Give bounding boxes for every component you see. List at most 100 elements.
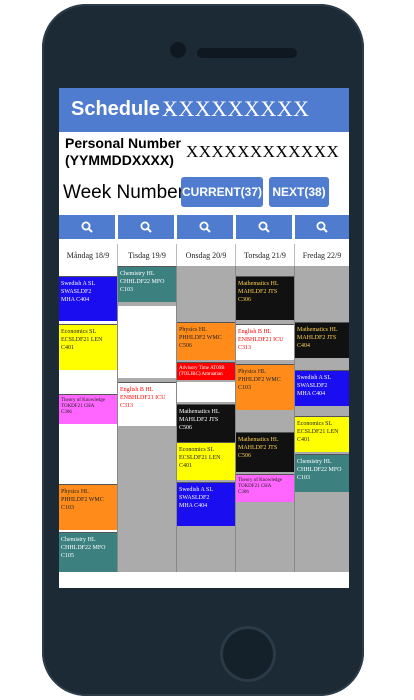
lesson-block[interactable]: Mathematics HL MAHLDF2 JTS C506 xyxy=(236,432,294,472)
lesson-subject: Mathematics HL xyxy=(238,281,279,287)
search-thursday-button[interactable] xyxy=(236,215,292,239)
week-number-row: Week Number CURRENT(37) NEXT(38) xyxy=(59,174,349,210)
lesson-room: C103 xyxy=(61,505,75,511)
day-column-tuesday: Chemistry HL CHHLDF22 MFO C103 English B… xyxy=(118,266,177,572)
day-column-wednesday: Physics HL PHHLDF2 WMC C506 Advisory Tim… xyxy=(177,266,236,572)
home-button[interactable] xyxy=(220,626,276,682)
personal-number-label: Personal Number (YYMMDDXXXX) xyxy=(65,135,181,168)
lesson-group: PHHLDF2 WMC xyxy=(61,497,104,503)
lesson-subject: Economics SL xyxy=(61,329,97,335)
search-wednesday-button[interactable] xyxy=(177,215,233,239)
search-tuesday-button[interactable] xyxy=(118,215,174,239)
lesson-room: C306 xyxy=(238,490,249,495)
lesson-block[interactable]: Economics SL ECSLDF21 LEN C401 xyxy=(177,442,235,480)
lesson-block[interactable]: Swedish A SL SWASLDF2 MHA C404 xyxy=(177,482,235,526)
day-header-tuesday: Tisdag 19/9 xyxy=(118,244,177,266)
lesson-group: ECSLDF21 LEN xyxy=(179,455,221,461)
lesson-subject: English B HL xyxy=(120,387,154,393)
lesson-block[interactable]: Economics SL ECSLDF21 LEN C401 xyxy=(59,324,117,370)
lesson-block[interactable]: English B HL ENBHLDF21 ICU C313 xyxy=(118,382,176,426)
lesson-block[interactable]: Theory of Knowledge TOKDF21 CHA C306 xyxy=(59,394,117,424)
lesson-subject: Chemistry HL xyxy=(120,271,155,277)
lesson-group: PHHLDF2 WMC xyxy=(238,377,281,383)
lesson-block[interactable]: Economics SL ECSLDF21 LEN C401 xyxy=(295,416,349,452)
day-header-wednesday: Onsdag 20/9 xyxy=(177,244,236,266)
lesson-room: C506 xyxy=(238,453,252,459)
lesson-room: C401 xyxy=(179,463,193,469)
student-name: XXXXXXXXX xyxy=(162,96,310,121)
search-icon xyxy=(199,221,211,233)
lesson-block[interactable]: Swedish A SL SWASLDF2 MHA C404 xyxy=(295,370,349,406)
lesson-group: ECSLDF21 LEN xyxy=(61,337,103,343)
lesson-group: CHHLDF22 MFO xyxy=(297,467,342,473)
lesson-room: C103 xyxy=(297,475,311,481)
lesson-room: MHA C404 xyxy=(179,503,208,509)
day-header-thursday: Torsdag 21/9 xyxy=(236,244,295,266)
search-monday-button[interactable] xyxy=(59,215,115,239)
speaker-grille xyxy=(197,48,297,58)
lesson-room: C506 xyxy=(179,343,193,349)
lesson-group: SWASLDF2 xyxy=(179,495,210,501)
lesson-group: ENBHLDF21 ICU xyxy=(238,337,284,343)
lesson-block[interactable]: Mathematics HL MAHLDF2 JTS C404 xyxy=(295,322,349,358)
lesson-subject: Economics SL xyxy=(179,447,215,453)
current-week-button[interactable]: CURRENT(37) xyxy=(181,177,263,207)
search-icon xyxy=(140,221,152,233)
lesson-room: MHA C404 xyxy=(61,297,90,303)
lesson-room: C401 xyxy=(61,345,75,351)
day-header-monday: Måndag 18/9 xyxy=(59,244,118,266)
week-number-label: Week Number xyxy=(63,182,185,203)
lesson-subject: Physics HL xyxy=(61,489,89,495)
camera-icon xyxy=(170,42,186,58)
app-screen: Schedule - XXXXXXXXX Personal Number (YY… xyxy=(59,88,349,588)
lesson-block[interactable]: Swedish A SL SWASLDF2 MHA C404 xyxy=(59,276,117,321)
page-title: Schedule - xyxy=(71,98,173,120)
search-friday-button[interactable] xyxy=(295,215,349,239)
personal-number-value: XXXXXXXXXXXX xyxy=(186,142,340,161)
lesson-room: MHA C404 xyxy=(297,391,326,397)
lesson-room: C404 xyxy=(297,343,311,349)
title-bar: Schedule - XXXXXXXXX xyxy=(59,88,349,132)
lesson-room: C401 xyxy=(297,437,311,443)
schedule-grid: Swedish A SL SWASLDF2 MHA C404 Economics… xyxy=(59,266,349,572)
lesson-group: MAHLDF2 JTS xyxy=(297,335,337,341)
lesson-subject: Mathematics HL xyxy=(238,437,279,443)
lesson-block[interactable]: Theory of Knowledge TOKDF21 CHA C306 xyxy=(236,474,294,502)
next-week-button[interactable]: NEXT(38) xyxy=(269,177,329,207)
lesson-group: ECSLDF21 LEN xyxy=(297,429,339,435)
lesson-subject: Swedish A SL xyxy=(61,281,96,287)
day-column-friday: Mathematics HL MAHLDF2 JTS C404 Swedish … xyxy=(295,266,349,572)
lesson-room: C103 xyxy=(238,385,252,391)
lesson-subject: Chemistry HL xyxy=(297,459,332,465)
lesson-block[interactable]: Chemistry HL CHHLDF22 MFO C103 xyxy=(118,266,176,302)
empty-slot xyxy=(118,306,176,378)
lesson-group: MAHLDF2 JTS xyxy=(238,445,278,451)
lesson-group: CHHLDF22 MFO xyxy=(61,545,106,551)
day-column-thursday: Mathematics HL MAHLDF2 JTS C306 English … xyxy=(236,266,295,572)
lesson-block[interactable]: English B HL ENBHLDF21 ICU C313 xyxy=(236,324,294,360)
lesson-block[interactable]: Physics HL PHHLDF2 WMC C103 xyxy=(236,364,294,410)
lesson-subject: Physics HL xyxy=(238,369,266,375)
lesson-block[interactable]: Physics HL PHHLDF2 WMC C506 xyxy=(177,322,235,360)
lesson-subject: Chemistry HL xyxy=(61,537,96,543)
lesson-group: MAHLDF2 JTS xyxy=(238,289,278,295)
lesson-group: MAHLDF2 JTS xyxy=(179,417,219,423)
day-header-friday: Fredag 22/9 xyxy=(302,250,342,260)
lesson-subject: Economics SL xyxy=(297,421,333,427)
lesson-room: C306 xyxy=(61,410,72,415)
lesson-block[interactable]: Physics HL PHHLDF2 WMC C103 xyxy=(59,484,117,530)
lesson-block[interactable]: Mathematics HL MAHLDF2 JTS C306 xyxy=(236,276,294,320)
day-search-row xyxy=(59,215,349,239)
personal-number-row: Personal Number (YYMMDDXXXX) XXXXXXXXXXX… xyxy=(59,134,349,170)
day-column-monday: Swedish A SL SWASLDF2 MHA C404 Economics… xyxy=(59,266,118,572)
lesson-group: ENBHLDF21 ICU xyxy=(120,395,166,401)
lesson-block[interactable]: Chemistry HL CHHLDF22 MFO C105 xyxy=(59,532,117,572)
lesson-subject: Swedish A SL xyxy=(297,375,332,381)
lesson-group: CHHLDF22 MFO xyxy=(120,279,165,285)
lesson-block[interactable]: Advisory Time AT09B (TOLJBC) Amraatian xyxy=(177,362,235,380)
lesson-subject: Mathematics HL xyxy=(297,327,338,333)
empty-slot xyxy=(177,382,235,402)
lesson-room: C103 xyxy=(120,287,134,293)
lesson-block[interactable]: Mathematics HL MAHLDF2 JTS C506 xyxy=(177,404,235,442)
lesson-block[interactable]: Chemistry HL CHHLDF22 MFO C103 xyxy=(295,454,349,492)
